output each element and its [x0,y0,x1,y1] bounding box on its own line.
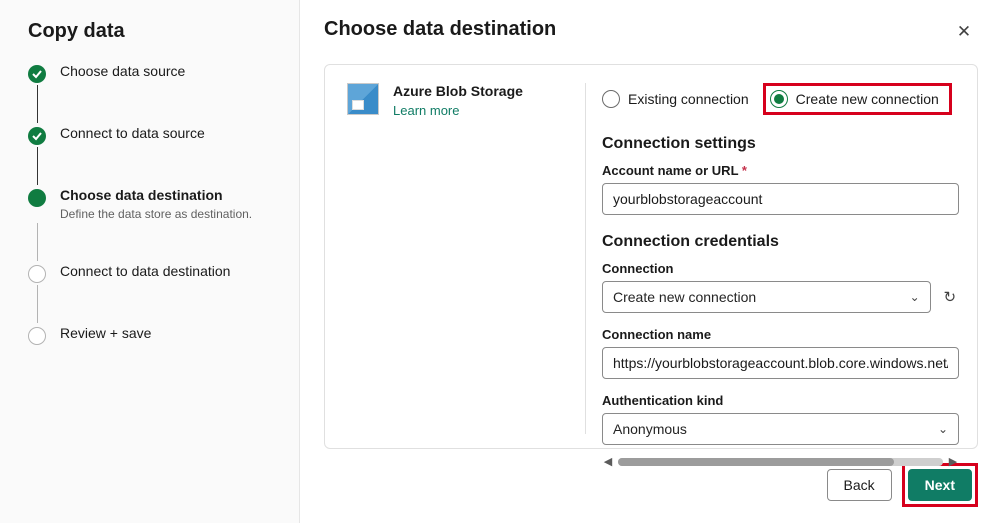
radio-icon [770,90,788,108]
step-sublabel: Define the data store as destination. [60,207,271,221]
step-label: Connect to data source [60,125,271,141]
step-connector [37,223,38,261]
account-name-field: Account name or URL * [602,163,959,215]
pending-step-icon [28,327,46,345]
select-value: Anonymous [613,421,687,437]
horizontal-scrollbar[interactable]: ◀ ▶ [602,455,959,468]
field-label: Connection [602,261,959,276]
close-button[interactable]: ✕ [950,18,978,46]
highlight-box: Next [902,463,978,507]
next-button[interactable]: Next [908,469,972,501]
current-step-icon [28,189,46,207]
step-connect-to-data-source[interactable]: Connect to data source [28,125,271,145]
step-choose-data-destination[interactable]: Choose data destination Define the data … [28,187,271,221]
step-review-save[interactable]: Review + save [28,325,271,345]
scroll-track[interactable] [618,458,943,466]
main-panel: Choose data destination ✕ Azure Blob Sto… [300,0,1000,523]
radio-existing-connection[interactable]: Existing connection [602,90,749,108]
wizard-sidebar: Copy data Choose data source Connect to … [0,0,300,523]
scroll-left-icon[interactable]: ◀ [602,455,614,468]
wizard-footer: Back Next [324,463,978,507]
scroll-thumb[interactable] [618,458,894,466]
page-title: Choose data destination [324,18,556,41]
step-choose-data-source[interactable]: Choose data source [28,63,271,83]
refresh-button[interactable]: ↻ [941,287,959,307]
check-icon [28,65,46,83]
step-connector [37,285,38,323]
connection-settings-heading: Connection settings [602,135,959,153]
field-label: Connection name [602,327,959,342]
destination-card: Azure Blob Storage Learn more Existing c… [324,64,978,449]
azure-blob-storage-icon [347,83,379,115]
connection-name-field: Connection name [602,327,959,379]
radio-label: Create new connection [796,91,939,107]
connection-credentials-heading: Connection credentials [602,233,959,251]
chevron-down-icon: ⌄ [938,422,948,436]
highlight-box: Create new connection [763,83,952,115]
connection-dropdown-field: Connection Create new connection ⌄ ↻ [602,261,959,313]
step-label: Choose data destination [60,187,271,203]
connection-dropdown[interactable]: Create new connection ⌄ [602,281,931,313]
pending-step-icon [28,265,46,283]
field-label: Authentication kind [602,393,959,408]
close-icon: ✕ [957,22,971,42]
radio-icon [602,90,620,108]
datastore-info: Azure Blob Storage Learn more [347,83,567,434]
field-label: Account name or URL * [602,163,959,178]
step-label: Choose data source [60,63,271,79]
check-icon [28,127,46,145]
learn-more-link[interactable]: Learn more [393,103,523,118]
radio-label: Existing connection [628,91,749,107]
auth-kind-dropdown[interactable]: Anonymous ⌄ [602,413,959,445]
step-label: Review + save [60,325,271,341]
auth-kind-field: Authentication kind Anonymous ⌄ [602,393,959,445]
wizard-steps: Choose data source Connect to data sourc… [28,63,271,345]
step-connector [37,85,38,123]
step-connector [37,147,38,185]
refresh-icon: ↻ [944,288,957,306]
divider [585,83,586,434]
datastore-name: Azure Blob Storage [393,83,523,99]
radio-create-new-connection[interactable]: Create new connection [770,90,939,108]
step-connect-to-data-destination[interactable]: Connect to data destination [28,263,271,283]
account-name-input[interactable] [602,183,959,215]
back-button[interactable]: Back [827,469,892,501]
required-asterisk: * [742,163,747,178]
chevron-down-icon: ⌄ [910,290,920,304]
connection-name-input[interactable] [602,347,959,379]
select-value: Create new connection [613,289,756,305]
connection-mode-radiogroup: Existing connection Create new connectio… [602,83,959,115]
wizard-title: Copy data [28,20,271,43]
step-label: Connect to data destination [60,263,271,279]
scroll-right-icon[interactable]: ▶ [947,455,959,468]
